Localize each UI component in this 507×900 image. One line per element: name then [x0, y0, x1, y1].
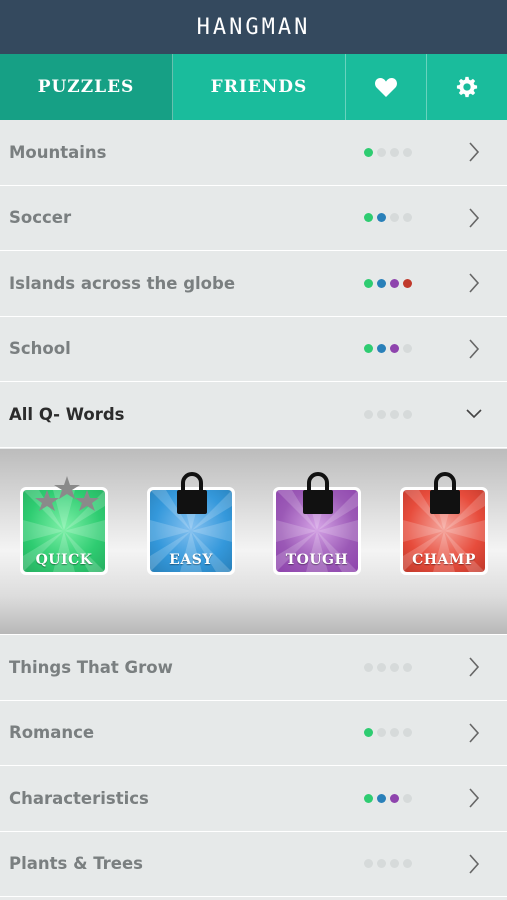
progress-dot — [364, 344, 373, 354]
progress-dot — [403, 278, 412, 288]
chevron-down-icon — [466, 409, 482, 419]
progress-dot — [390, 728, 399, 738]
progress-dot — [403, 859, 412, 869]
progress-dot — [377, 344, 386, 354]
progress-dots — [364, 344, 412, 354]
puzzle-title: Things That Grow — [9, 657, 173, 677]
progress-dot — [377, 728, 386, 738]
puzzle-title: All Q- Words — [9, 404, 125, 424]
chevron-right-icon — [469, 657, 480, 677]
puzzle-title: School — [9, 339, 71, 359]
puzzle-title: Plants & Trees — [9, 854, 143, 874]
list-item[interactable]: Islands across the globe — [0, 251, 507, 317]
progress-dot — [377, 409, 386, 419]
level-tough-button[interactable]: TOUGH — [273, 472, 361, 575]
level-selector: QUICK EASY TOUGH CHAMP — [0, 449, 507, 635]
puzzle-list-lower: Things That Grow Romance Characteristics… — [0, 635, 507, 897]
progress-dot — [364, 859, 373, 869]
list-item[interactable]: Soccer — [0, 185, 507, 251]
progress-dot — [403, 793, 412, 803]
chevron-right-icon — [469, 208, 480, 228]
list-item[interactable]: Things That Grow — [0, 635, 507, 701]
progress-dot — [364, 213, 373, 223]
progress-dot — [364, 147, 373, 157]
progress-dot — [390, 147, 399, 157]
lock-icon — [430, 472, 460, 514]
progress-dot — [403, 662, 412, 672]
progress-dot — [364, 278, 373, 288]
title-bar: HANGMAN — [0, 0, 507, 54]
tab-puzzles[interactable]: PUZZLES — [0, 54, 173, 120]
puzzle-title: Soccer — [9, 208, 72, 228]
progress-dot — [403, 213, 412, 223]
progress-dot — [364, 662, 373, 672]
puzzle-list: Mountains Soccer Islands across the glob… — [0, 120, 507, 448]
progress-dot — [390, 859, 399, 869]
level-label: EASY — [169, 552, 213, 568]
level-quick-button[interactable]: QUICK — [20, 476, 108, 575]
chevron-right-icon — [469, 788, 480, 808]
stars-icon — [35, 476, 99, 511]
list-item[interactable]: Mountains — [0, 120, 507, 186]
progress-dots — [364, 409, 412, 419]
tab-friends[interactable]: FRIENDS — [173, 54, 346, 120]
progress-dot — [403, 728, 412, 738]
progress-dot — [403, 344, 412, 354]
progress-dot — [377, 793, 386, 803]
chevron-right-icon — [469, 273, 480, 293]
puzzle-title: Islands across the globe — [9, 273, 236, 293]
level-champ-button[interactable]: CHAMP — [400, 472, 488, 575]
level-label: CHAMP — [412, 552, 476, 568]
progress-dot — [377, 213, 386, 223]
progress-dot — [390, 409, 399, 419]
progress-dot — [403, 147, 412, 157]
progress-dot — [377, 278, 386, 288]
progress-dot — [377, 859, 386, 869]
tab-bar: PUZZLES FRIENDS — [0, 54, 507, 120]
list-item[interactable]: Romance — [0, 700, 507, 766]
puzzle-title: Mountains — [9, 142, 107, 162]
app-title: HANGMAN — [196, 14, 311, 40]
level-label: QUICK — [35, 552, 93, 568]
progress-dot — [364, 793, 373, 803]
progress-dot — [364, 409, 373, 419]
progress-dots — [364, 213, 412, 223]
puzzle-title: Characteristics — [9, 788, 149, 808]
progress-dot — [364, 728, 373, 738]
chevron-right-icon — [469, 339, 480, 359]
favorites-tab[interactable] — [346, 54, 427, 120]
level-label: TOUGH — [285, 552, 349, 568]
progress-dots — [364, 147, 412, 157]
puzzle-title: Romance — [9, 723, 95, 743]
progress-dot — [390, 793, 399, 803]
lock-icon — [177, 472, 207, 514]
progress-dots — [364, 859, 412, 869]
progress-dot — [377, 147, 386, 157]
progress-dot — [390, 344, 399, 354]
progress-dot — [390, 662, 399, 672]
progress-dot — [377, 662, 386, 672]
progress-dots — [364, 728, 412, 738]
lock-icon — [303, 472, 333, 514]
progress-dot — [403, 409, 412, 419]
progress-dots — [364, 793, 412, 803]
progress-dot — [390, 278, 399, 288]
list-item[interactable]: Characteristics — [0, 766, 507, 832]
progress-dot — [390, 213, 399, 223]
list-item-expanded[interactable]: All Q- Words — [0, 382, 507, 448]
level-easy-button[interactable]: EASY — [147, 472, 235, 575]
chevron-right-icon — [469, 854, 480, 874]
chevron-right-icon — [469, 723, 480, 743]
gear-icon — [456, 76, 478, 98]
progress-dots — [364, 278, 412, 288]
list-item[interactable]: School — [0, 316, 507, 382]
chevron-right-icon — [469, 142, 480, 162]
settings-tab[interactable] — [427, 54, 507, 120]
progress-dots — [364, 662, 412, 672]
list-item[interactable]: Plants & Trees — [0, 831, 507, 897]
heart-icon — [375, 78, 397, 97]
